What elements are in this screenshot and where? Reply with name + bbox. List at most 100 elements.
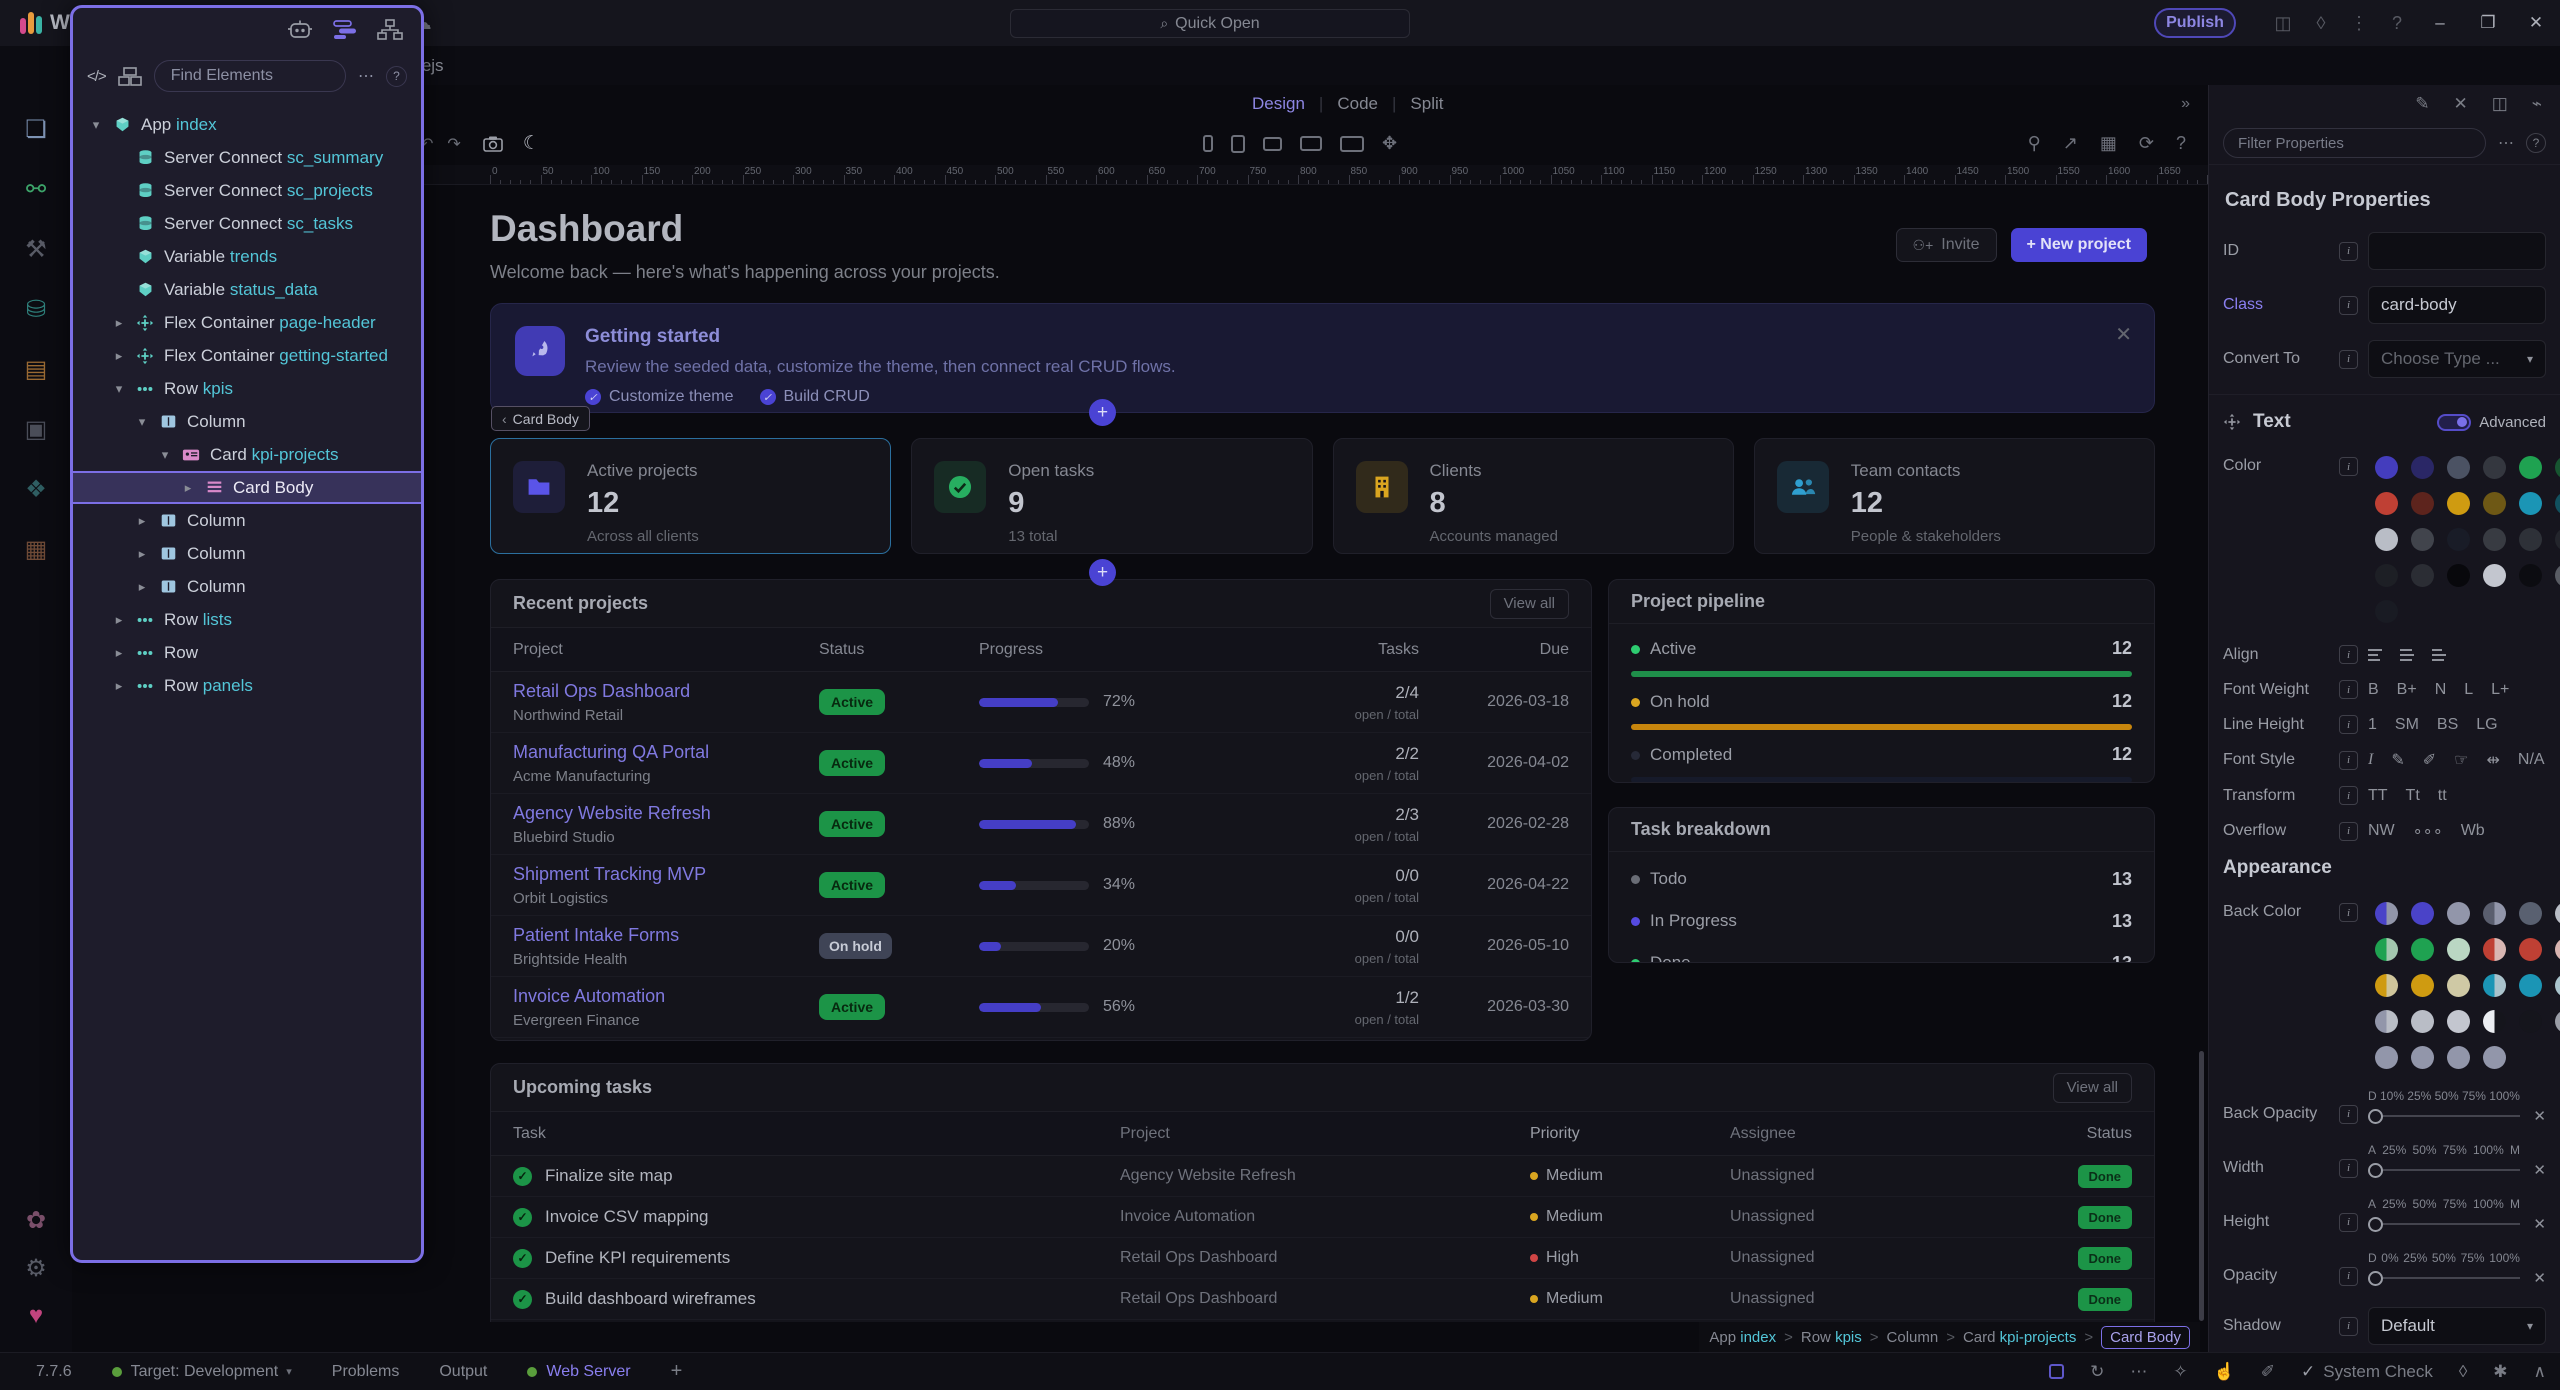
element-frame-icon[interactable] bbox=[2049, 1364, 2064, 1379]
props-kebab-icon[interactable]: ⋯ bbox=[2498, 133, 2514, 153]
color-swatch[interactable] bbox=[2447, 902, 2470, 925]
scale-label[interactable]: 50% bbox=[2432, 1251, 2456, 1265]
color-swatch[interactable] bbox=[2447, 456, 2470, 479]
option-line-height[interactable]: 1 bbox=[2368, 716, 2377, 734]
help-icon[interactable]: ? bbox=[2378, 13, 2416, 34]
scale-label[interactable]: 10% bbox=[2380, 1089, 2404, 1103]
option-font-weight[interactable]: B bbox=[2368, 681, 2379, 699]
chevron-right-icon[interactable]: ▸ bbox=[135, 546, 149, 562]
breadcrumb-current[interactable]: Card Body bbox=[2101, 1326, 2190, 1349]
color-swatch[interactable] bbox=[2447, 492, 2470, 515]
phone-icon[interactable] bbox=[1203, 135, 1213, 152]
chevron-down-icon[interactable]: ▾ bbox=[89, 117, 103, 133]
toggle-switch[interactable] bbox=[2437, 414, 2471, 431]
color-swatch[interactable] bbox=[2411, 456, 2434, 479]
color-swatch[interactable] bbox=[2411, 938, 2434, 961]
scale-label[interactable]: 25% bbox=[2382, 1143, 2406, 1157]
hand-cursor-icon[interactable]: ☞ bbox=[2454, 750, 2468, 770]
info-icon[interactable]: i bbox=[2339, 786, 2358, 805]
color-swatch[interactable] bbox=[2483, 492, 2506, 515]
color-swatch[interactable] bbox=[2555, 974, 2560, 997]
project-table-row[interactable]: Retail Ops DashboardNorthwind RetailActi… bbox=[491, 672, 1591, 733]
selected-element-tag[interactable]: ‹ Card Body bbox=[491, 406, 590, 431]
theme-drop-icon[interactable]: ◊ bbox=[2302, 13, 2340, 34]
tree-item-sc_projects[interactable]: Server Connect sc_projects bbox=[73, 174, 421, 207]
kpi-card-active-projects[interactable]: Active projects12Across all clients bbox=[490, 438, 891, 554]
insert-element-button[interactable]: + bbox=[1089, 399, 1116, 426]
tree-item-column[interactable]: ▸Column bbox=[73, 570, 421, 603]
color-swatch[interactable] bbox=[2555, 902, 2560, 925]
canvas-scrollbar[interactable] bbox=[2199, 1051, 2204, 1321]
project-name-link[interactable]: Patient Intake Forms bbox=[513, 925, 819, 946]
actions-lightning-icon[interactable]: ⌁ bbox=[2532, 94, 2542, 114]
debug-bug-icon[interactable]: ✱ bbox=[2493, 1362, 2507, 1382]
breadcrumb-item[interactable]: Card kpi-projects bbox=[1963, 1329, 2076, 1346]
project-table-row[interactable]: Manufacturing QA PortalAcme Manufacturin… bbox=[491, 733, 1591, 794]
color-swatch[interactable] bbox=[2447, 528, 2470, 551]
color-swatch[interactable] bbox=[2519, 938, 2542, 961]
collapse-up-icon[interactable]: ∧ bbox=[2534, 1362, 2546, 1382]
grid-view-icon[interactable]: ▦ bbox=[2100, 133, 2117, 154]
rail-layers-icon[interactable]: ▤ bbox=[13, 339, 59, 399]
option-transform[interactable]: tt bbox=[2438, 787, 2447, 805]
rail-settings-icon[interactable]: ⚙ bbox=[13, 1244, 59, 1292]
scale-label[interactable]: 50% bbox=[2413, 1197, 2437, 1211]
info-icon[interactable]: i bbox=[2339, 1213, 2358, 1232]
tree-item-kpis[interactable]: ▾Row kpis bbox=[73, 372, 421, 405]
desktop-icon[interactable] bbox=[1340, 136, 1364, 152]
info-icon[interactable]: i bbox=[2339, 457, 2358, 476]
chevron-right-icon[interactable]: ▸ bbox=[135, 513, 149, 529]
tree-item-sc_tasks[interactable]: Server Connect sc_tasks bbox=[73, 207, 421, 240]
color-swatch[interactable] bbox=[2375, 492, 2398, 515]
color-swatch[interactable] bbox=[2519, 974, 2542, 997]
slider-knob[interactable] bbox=[2368, 1163, 2383, 1178]
info-icon[interactable]: i bbox=[2339, 1267, 2358, 1286]
ai-assistant-robot-icon[interactable] bbox=[287, 19, 313, 41]
web-server-button[interactable]: Web Server bbox=[527, 1363, 630, 1381]
info-icon[interactable]: i bbox=[2339, 242, 2358, 261]
info-icon[interactable]: i bbox=[2339, 1317, 2358, 1336]
project-name-link[interactable]: Agency Website Refresh bbox=[513, 803, 819, 824]
color-swatch[interactable] bbox=[2447, 1046, 2470, 1069]
option-line-height[interactable]: SM bbox=[2395, 716, 2419, 734]
scale-label[interactable]: 25% bbox=[2403, 1251, 2427, 1265]
slider-clear-icon[interactable]: ✕ bbox=[2520, 1107, 2546, 1125]
breadcrumb-item[interactable]: Row kpis bbox=[1801, 1329, 1862, 1346]
option-overflow[interactable]: ∘∘∘ bbox=[2413, 821, 2443, 841]
chevron-right-icon[interactable]: ▸ bbox=[112, 645, 126, 661]
split-view-icon[interactable]: ◫ bbox=[2264, 13, 2302, 34]
option-font-weight[interactable]: B+ bbox=[2397, 681, 2417, 699]
scale-label[interactable]: M bbox=[2510, 1197, 2520, 1211]
tree-item-lists[interactable]: ▸Row lists bbox=[73, 603, 421, 636]
mode-code[interactable]: Code bbox=[1337, 94, 1378, 114]
scale-label[interactable]: M bbox=[2510, 1143, 2520, 1157]
option-font-weight[interactable]: L bbox=[2464, 681, 2473, 699]
color-swatch[interactable] bbox=[2555, 456, 2560, 479]
tree-item-card-body[interactable]: ▸Card Body bbox=[73, 471, 421, 504]
info-icon[interactable]: i bbox=[2339, 645, 2358, 664]
tree-item-column[interactable]: ▸Column bbox=[73, 537, 421, 570]
option-overflow[interactable]: NW bbox=[2368, 822, 2395, 840]
collapse-right-icon[interactable]: » bbox=[2181, 95, 2190, 113]
theme-droplet-icon[interactable]: ◊ bbox=[2459, 1362, 2467, 1382]
color-swatch[interactable] bbox=[2375, 902, 2398, 925]
tree-item-row[interactable]: ▸Row bbox=[73, 636, 421, 669]
tree-item-status_data[interactable]: Variable status_data bbox=[73, 273, 421, 306]
problems-button[interactable]: Problems bbox=[332, 1363, 400, 1381]
scale-label[interactable]: 50% bbox=[2435, 1089, 2459, 1103]
tree-item-getting-started[interactable]: ▸Flex Container getting-started bbox=[73, 339, 421, 372]
project-name-link[interactable]: Invoice Automation bbox=[513, 986, 819, 1007]
find-elements-input[interactable]: Find Elements bbox=[154, 60, 346, 92]
color-swatch[interactable] bbox=[2447, 974, 2470, 997]
color-swatch[interactable] bbox=[2519, 564, 2542, 587]
color-swatch[interactable] bbox=[2483, 564, 2506, 587]
color-swatch[interactable] bbox=[2555, 1010, 2560, 1033]
window-restore-button[interactable]: ❐ bbox=[2464, 13, 2512, 33]
scale-label[interactable]: D bbox=[2368, 1251, 2377, 1265]
scale-label[interactable]: D bbox=[2368, 1089, 2377, 1103]
color-swatch[interactable] bbox=[2519, 456, 2542, 479]
color-swatch[interactable] bbox=[2483, 974, 2506, 997]
info-icon[interactable]: i bbox=[2339, 296, 2358, 315]
code-view-icon[interactable]: </> bbox=[87, 68, 106, 85]
kpi-card-clients[interactable]: Clients8Accounts managed bbox=[1333, 438, 1734, 554]
